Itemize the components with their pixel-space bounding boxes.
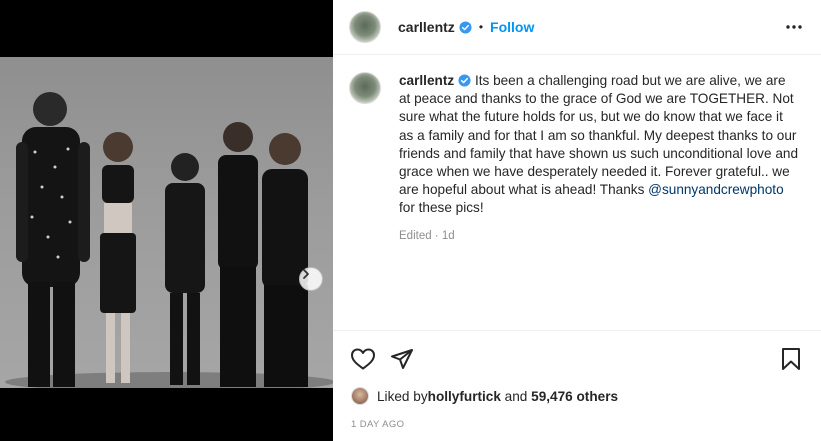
liker-avatar[interactable] <box>351 387 369 405</box>
caption-text: Its been a challenging road but we are a… <box>399 73 798 198</box>
verified-badge-icon <box>458 74 471 87</box>
post-side-panel: carllentz • Follow carllentz Its been a … <box>333 0 821 441</box>
separator-dot: • <box>478 20 484 34</box>
follow-button[interactable]: Follow <box>490 19 534 35</box>
post-photo[interactable] <box>0 57 333 388</box>
caption-text-end: for these pics! <box>399 200 484 216</box>
share-icon[interactable] <box>390 347 414 371</box>
heart-icon[interactable] <box>350 347 376 371</box>
next-slide-button[interactable] <box>299 267 323 291</box>
avatar[interactable] <box>349 11 381 43</box>
caption-username-link[interactable]: carllentz <box>399 73 454 88</box>
post-header: carllentz • Follow <box>333 0 821 55</box>
post-age[interactable]: 1d <box>442 230 455 242</box>
post-media <box>0 0 333 441</box>
family-photo-illustration <box>5 92 333 388</box>
liker-username-link[interactable]: hollyfurtick <box>428 389 501 404</box>
likes-count-link[interactable]: 59,476 others <box>531 389 618 404</box>
chevron-right-icon <box>303 269 309 279</box>
post-date[interactable]: 1 DAY AGO <box>351 419 404 430</box>
verified-badge-icon <box>459 20 472 34</box>
caption-meta: Edited · 1d <box>399 227 799 245</box>
avatar[interactable] <box>349 72 381 104</box>
more-icon[interactable] <box>784 17 804 37</box>
caption-row: carllentz Its been a challenging road bu… <box>349 72 805 245</box>
username-link[interactable]: carllentz <box>398 19 455 35</box>
action-bar <box>333 330 821 441</box>
bookmark-icon[interactable] <box>780 347 802 371</box>
mention-link[interactable]: @sunnyandcrewphoto <box>648 182 783 197</box>
likes-prefix: Liked by <box>377 388 428 404</box>
edited-label: Edited <box>399 229 432 242</box>
caption: carllentz Its been a challenging road bu… <box>399 72 799 245</box>
meta-separator: · <box>431 229 442 242</box>
likes-mid: and <box>500 388 532 404</box>
likes-summary: Liked by hollyfurtick and 59,476 others <box>351 387 618 405</box>
